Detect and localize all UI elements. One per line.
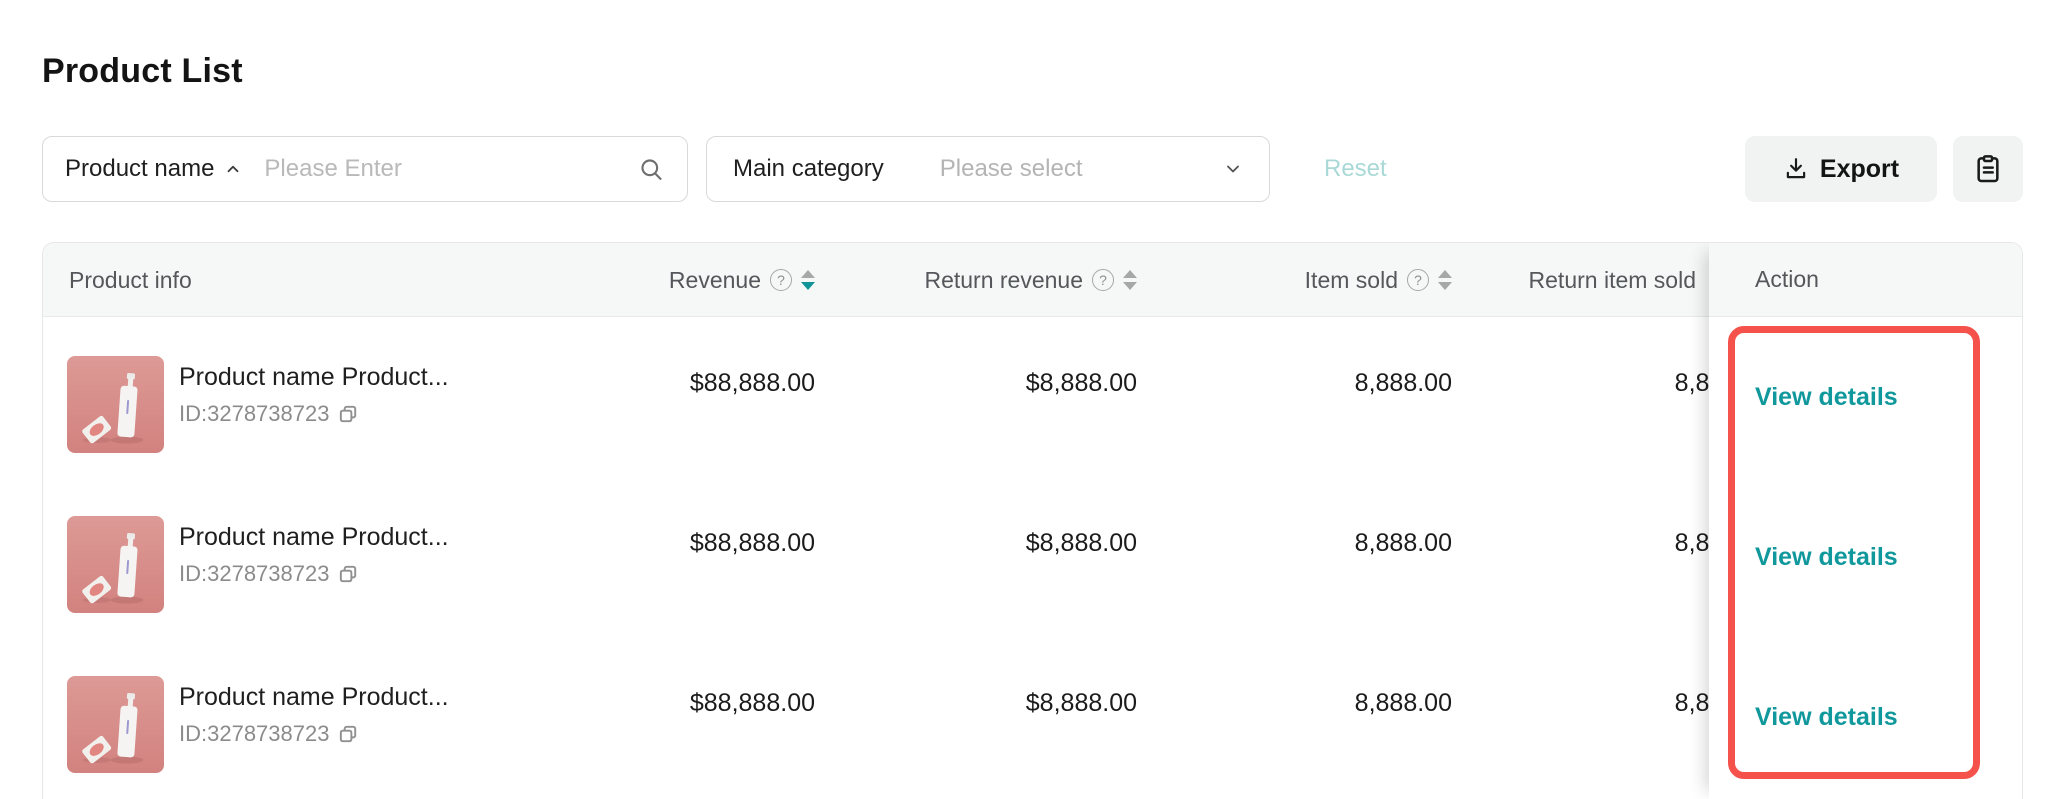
- product-table: Product info Revenue ? Return revenue ?: [42, 242, 2023, 799]
- column-header-return-item-sold: Return item sold: [1456, 243, 1709, 317]
- table-header-row: Product info Revenue ? Return revenue ?: [43, 243, 1709, 317]
- column-header-revenue-label: Revenue: [669, 267, 761, 294]
- export-button[interactable]: Export: [1745, 136, 1937, 202]
- return-item-sold-cell: 8,888.00: [1456, 529, 1709, 558]
- main-category-select[interactable]: Main category Please select: [706, 136, 1270, 202]
- copy-icon[interactable]: [337, 563, 360, 586]
- page-title: Product List: [42, 52, 243, 91]
- table-scroll-area[interactable]: Product info Revenue ? Return revenue ?: [43, 243, 1709, 799]
- action-column: Action View details View details View de…: [1709, 243, 2023, 799]
- product-image: [67, 516, 164, 613]
- action-cell: View details: [1709, 477, 2023, 637]
- product-name: Product name Product...: [179, 363, 449, 392]
- help-icon[interactable]: ?: [1092, 269, 1114, 291]
- chevron-down-icon: [1223, 159, 1243, 179]
- help-icon[interactable]: ?: [770, 269, 792, 291]
- product-id-line: ID:3278738723: [179, 401, 360, 427]
- sort-asc-icon: [1438, 270, 1452, 278]
- product-name: Product name Product...: [179, 523, 449, 552]
- column-header-return-revenue-label: Return revenue: [924, 267, 1083, 294]
- copy-icon[interactable]: [337, 723, 360, 746]
- product-image: [67, 676, 164, 773]
- help-icon[interactable]: ?: [1407, 269, 1429, 291]
- sort-desc-icon: [1123, 282, 1137, 290]
- return-item-sold-cell: 8,888.00: [1456, 689, 1709, 718]
- sorter-item-sold[interactable]: [1438, 270, 1452, 290]
- product-id: ID:3278738723: [179, 561, 329, 587]
- product-list-page: Product List Product name Main category …: [0, 0, 2050, 799]
- product-id-line: ID:3278738723: [179, 721, 360, 747]
- view-details-link[interactable]: View details: [1755, 703, 1898, 732]
- table-row: Product name Product... ID:3278738723 $8…: [43, 637, 1709, 797]
- clipboard-button[interactable]: [1953, 136, 2023, 202]
- return-revenue-cell: $8,888.00: [819, 529, 1141, 558]
- column-header-item-sold-label: Item sold: [1305, 267, 1398, 294]
- reset-button[interactable]: Reset: [1324, 136, 1387, 202]
- product-name: Product name Product...: [179, 683, 449, 712]
- export-button-label: Export: [1820, 155, 1899, 184]
- item-sold-cell: 8,888.00: [1141, 369, 1456, 398]
- copy-icon[interactable]: [337, 403, 360, 426]
- item-sold-cell: 8,888.00: [1141, 689, 1456, 718]
- search-field-label: Product name: [65, 155, 214, 183]
- search-field-selector[interactable]: Product name: [65, 155, 242, 183]
- column-header-action: Action: [1709, 243, 2023, 317]
- return-revenue-cell: $8,888.00: [819, 369, 1141, 398]
- revenue-cell: $88,888.00: [499, 369, 819, 398]
- search-input[interactable]: [264, 155, 638, 183]
- return-item-sold-cell: 8,888.00: [1456, 369, 1709, 398]
- revenue-cell: $88,888.00: [499, 529, 819, 558]
- item-sold-cell: 8,888.00: [1141, 529, 1456, 558]
- revenue-cell: $88,888.00: [499, 689, 819, 718]
- download-icon: [1783, 156, 1809, 182]
- view-details-link[interactable]: View details: [1755, 543, 1898, 572]
- table-row: Product name Product... ID:3278738723 $8…: [43, 317, 1709, 477]
- sort-asc-icon: [801, 270, 815, 278]
- product-search-box[interactable]: Product name: [42, 136, 688, 202]
- table-row: Product name Product... ID:3278738723 $8…: [43, 477, 1709, 637]
- column-header-return-revenue[interactable]: Return revenue ?: [819, 243, 1141, 317]
- sort-desc-icon: [801, 282, 815, 290]
- sort-asc-icon: [1123, 270, 1137, 278]
- chevron-up-icon: [224, 160, 242, 178]
- product-id-line: ID:3278738723: [179, 561, 360, 587]
- column-header-item-sold[interactable]: Item sold ?: [1141, 243, 1456, 317]
- product-image: [67, 356, 164, 453]
- return-revenue-cell: $8,888.00: [819, 689, 1141, 718]
- sort-desc-icon: [1438, 282, 1452, 290]
- action-cell: View details: [1709, 317, 2023, 477]
- action-cell: View details: [1709, 637, 2023, 797]
- product-id: ID:3278738723: [179, 401, 329, 427]
- search-icon[interactable]: [638, 156, 665, 183]
- sorter-return-revenue[interactable]: [1123, 270, 1137, 290]
- view-details-link[interactable]: View details: [1755, 383, 1898, 412]
- column-header-revenue[interactable]: Revenue ?: [499, 243, 819, 317]
- column-header-product-info: Product info: [43, 243, 499, 317]
- main-category-placeholder: Please select: [940, 155, 1223, 183]
- product-id: ID:3278738723: [179, 721, 329, 747]
- clipboard-icon: [1972, 153, 2004, 185]
- sorter-revenue[interactable]: [801, 270, 815, 290]
- main-category-label: Main category: [733, 155, 884, 183]
